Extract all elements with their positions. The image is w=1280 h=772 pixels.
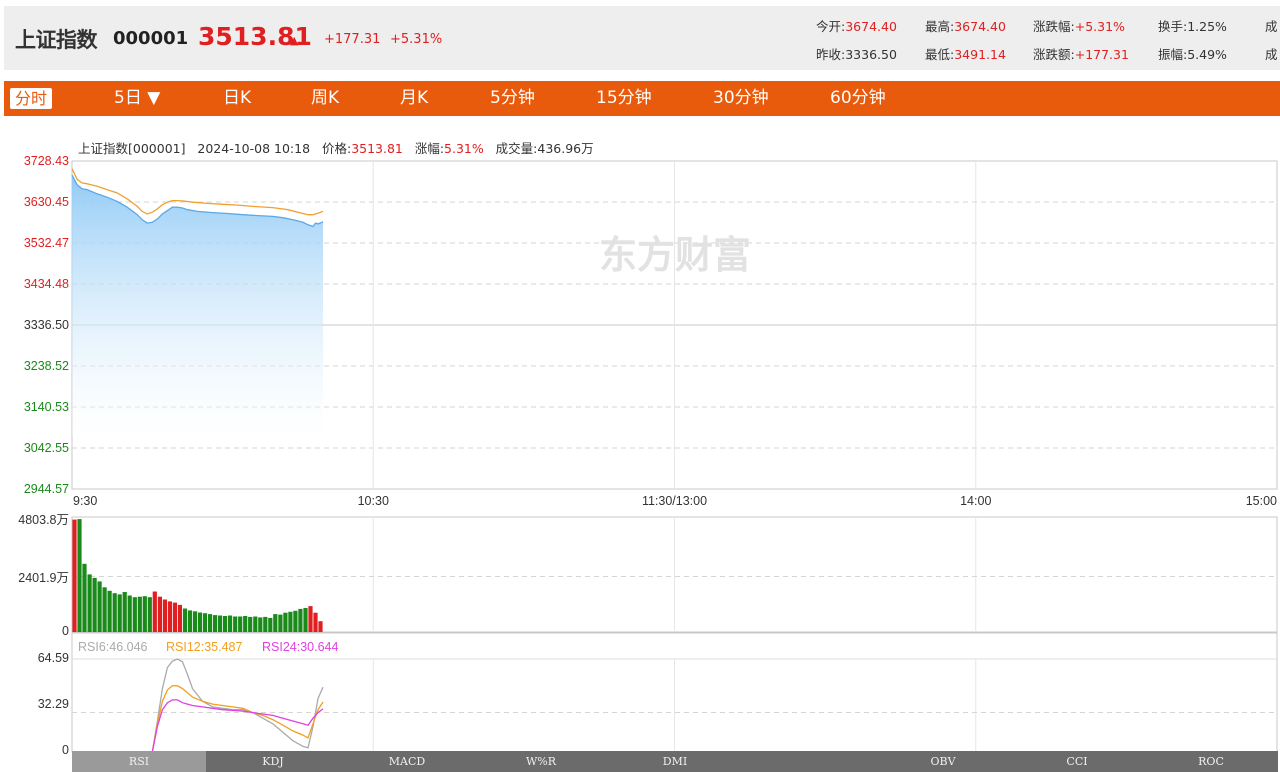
volume-bar — [172, 602, 177, 632]
volume-bar — [137, 596, 142, 632]
rsi6-line — [151, 658, 324, 753]
volume-bar — [122, 592, 127, 632]
time-tick-label: 9:30 — [73, 494, 98, 508]
indicator-tab-kdj[interactable]: KDJ — [206, 751, 340, 772]
volume-bar — [223, 616, 228, 632]
volume-bar — [192, 611, 198, 632]
volume-bar — [238, 616, 243, 632]
volume-bar — [197, 612, 203, 632]
volume-tick-label: 4803.8万 — [18, 513, 69, 527]
rsi12-line — [151, 685, 324, 753]
volume-bar — [298, 608, 303, 632]
volume-bar — [147, 597, 152, 632]
indicator-tab-roc[interactable]: ROC — [1144, 751, 1278, 772]
volume-bar — [112, 593, 117, 632]
price-area — [72, 175, 323, 436]
volume-bar — [167, 601, 172, 632]
volume-bar — [303, 608, 308, 632]
volume-bar — [87, 574, 92, 632]
price-tick-label: 3336.50 — [23, 318, 69, 332]
indicator-tab-wr[interactable]: W%R — [474, 751, 608, 772]
price-tick-label: 2944.57 — [23, 482, 69, 496]
volume-bar — [248, 616, 253, 632]
volume-bar — [228, 615, 233, 632]
price-tick-label: 3434.48 — [23, 277, 69, 291]
indicator-tab-bar: RSI KDJ MACD W%R DMI OBV CCI ROC — [72, 751, 1278, 772]
volume-bar — [162, 599, 167, 632]
volume-bar — [283, 612, 288, 632]
volume-bar — [268, 617, 273, 632]
volume-bar — [263, 616, 268, 632]
volume-bar — [132, 597, 137, 632]
rsi6-legend: RSI6:46.046 — [78, 640, 148, 654]
volume-bar — [127, 595, 132, 632]
volume-bar — [213, 615, 218, 632]
volume-bar — [92, 577, 97, 632]
volume-bar — [152, 591, 157, 632]
volume-bar — [77, 519, 82, 632]
volume-bar — [117, 594, 122, 632]
volume-bar — [202, 613, 208, 632]
volume-bar — [142, 596, 147, 632]
volume-bar — [182, 608, 188, 632]
indicator-tab-dmi[interactable]: DMI — [608, 751, 742, 772]
intraday-chart[interactable]: 东方财富 RSI6:46.046 RSI12:35.487 RSI24:30.6… — [0, 0, 1280, 772]
volume-bar — [107, 590, 112, 632]
volume-bar — [293, 610, 298, 632]
volume-bar — [72, 519, 77, 632]
price-tick-label: 3238.52 — [23, 359, 69, 373]
watermark: 东方财富 — [599, 233, 751, 277]
volume-bar — [273, 614, 278, 632]
volume-bar — [82, 563, 87, 632]
volume-bar — [187, 610, 193, 632]
indicator-tab-macd[interactable]: MACD — [340, 751, 474, 772]
price-tick-label: 3630.45 — [23, 195, 69, 209]
rsi-tick-label: 0 — [62, 743, 69, 757]
volume-bar — [102, 587, 107, 632]
time-tick-label: 14:00 — [960, 494, 992, 508]
volume-bar — [233, 616, 238, 632]
price-tick-label: 3140.53 — [23, 400, 69, 414]
volume-bar — [177, 604, 182, 632]
volume-bar — [218, 615, 223, 632]
time-tick-label: 10:30 — [357, 494, 389, 508]
rsi-tick-label: 32.29 — [37, 697, 69, 711]
price-tick-label: 3728.43 — [23, 154, 69, 168]
indicator-tab-rsi[interactable]: RSI — [72, 751, 206, 772]
volume-bar — [318, 621, 323, 632]
volume-tick-label: 2401.9万 — [18, 571, 69, 585]
volume-bar — [157, 596, 162, 632]
volume-bar — [278, 614, 283, 632]
volume-bar — [313, 612, 318, 632]
price-tick-label: 3042.55 — [23, 441, 69, 455]
volume-bar — [208, 614, 213, 632]
indicator-tab-hidden[interactable] — [742, 751, 876, 772]
rsi12-legend: RSI12:35.487 — [166, 640, 242, 654]
indicator-tab-obv[interactable]: OBV — [876, 751, 1010, 772]
time-tick-label: 11:30/13:00 — [641, 494, 708, 508]
volume-bar — [258, 617, 263, 632]
rsi24-legend: RSI24:30.644 — [262, 640, 338, 654]
price-tick-label: 3532.47 — [23, 236, 69, 250]
volume-bar — [308, 606, 313, 632]
volume-bar — [253, 616, 258, 632]
volume-bar — [288, 611, 293, 632]
volume-tick-label: 0 — [62, 624, 69, 638]
rsi-tick-label: 64.59 — [37, 651, 69, 665]
time-tick-label: 15:00 — [1245, 494, 1277, 508]
volume-bar — [97, 581, 102, 632]
indicator-tab-cci[interactable]: CCI — [1010, 751, 1144, 772]
volume-bar — [243, 616, 248, 632]
